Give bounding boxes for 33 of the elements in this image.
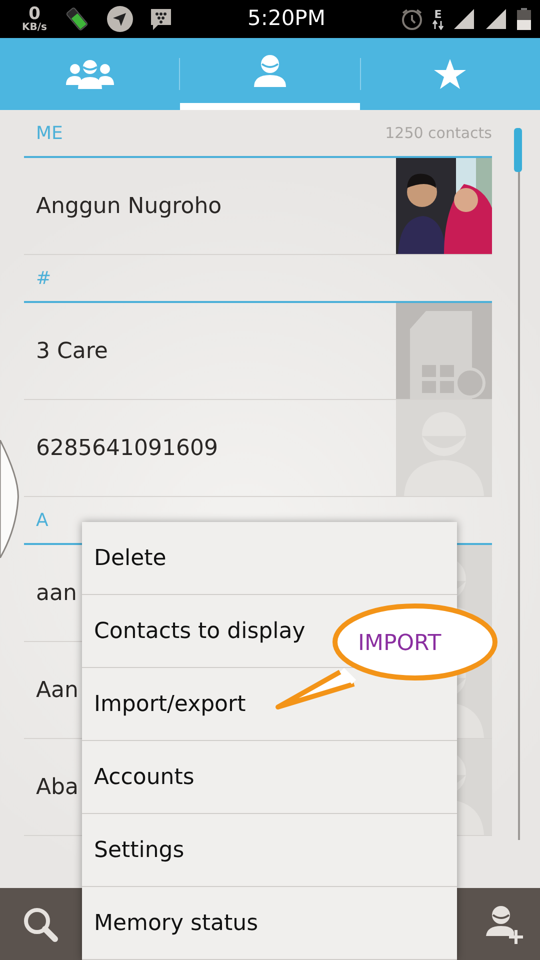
alarm-icon	[400, 7, 424, 31]
section-header: ME	[36, 122, 63, 146]
signal-icon	[484, 7, 508, 31]
search-button[interactable]	[22, 906, 58, 942]
add-contact-icon	[486, 904, 524, 944]
messenger-icon	[148, 7, 173, 31]
contact-name[interactable]: Aan	[36, 674, 78, 706]
clock: 5:20PM	[248, 5, 326, 32]
section-header: A	[36, 508, 48, 532]
contact-count: 1250 contacts	[385, 122, 492, 144]
navigation-icon	[106, 6, 133, 32]
contact-name[interactable]: Anggun Nugroho	[36, 190, 222, 222]
contact-name[interactable]: 3 Care	[36, 334, 108, 368]
data-arrows-icon	[432, 20, 444, 30]
star-icon	[433, 58, 468, 90]
menu-item[interactable]: Settings	[82, 814, 457, 887]
net-speed-value: 0	[28, 6, 40, 22]
person-icon	[254, 54, 286, 86]
contact-name[interactable]: Aba	[36, 770, 78, 804]
contact-name[interactable]: aan	[36, 576, 77, 610]
groups-icon	[66, 59, 114, 89]
signal-icon	[452, 7, 476, 31]
menu-item[interactable]: Delete	[82, 522, 457, 595]
net-speed-unit: KB/s	[22, 22, 47, 32]
search-icon	[22, 906, 58, 942]
section-header: #	[36, 266, 52, 290]
battery-icon	[516, 7, 532, 31]
contact-name[interactable]: 6285641091609	[36, 432, 218, 464]
menu-item[interactable]: Accounts	[82, 741, 457, 814]
tooltip-text: IMPORT	[358, 630, 442, 658]
network-type: E	[434, 8, 442, 20]
scrollbar-thumb[interactable]	[514, 128, 522, 172]
add-contact-button[interactable]	[486, 904, 524, 944]
